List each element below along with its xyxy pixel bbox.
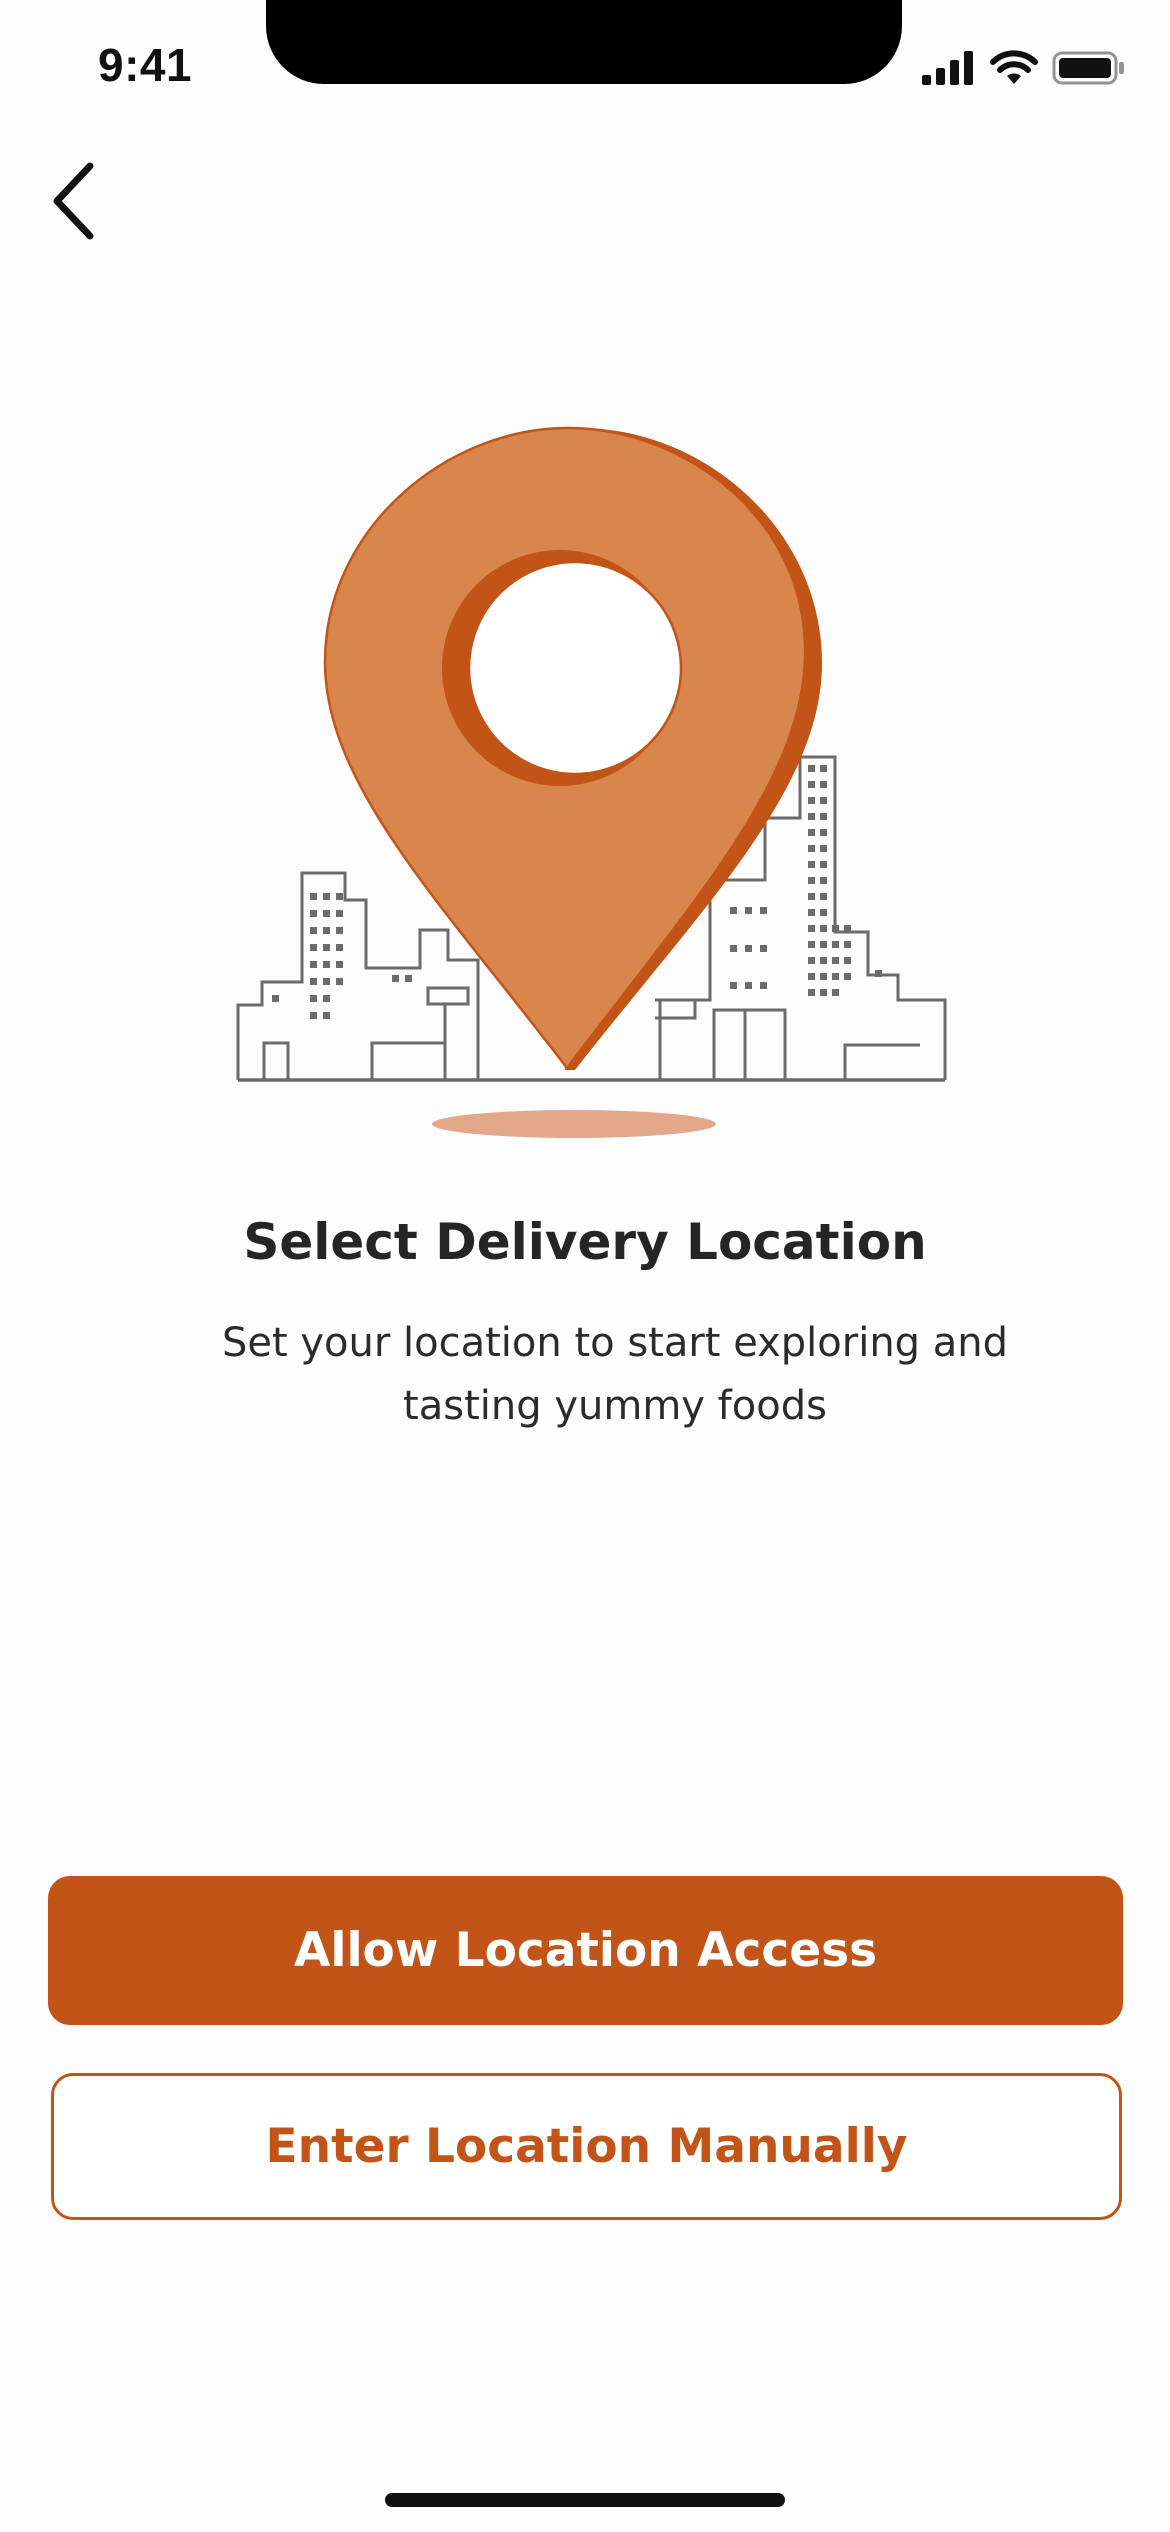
chevron-left-icon [53,162,94,240]
device-notch [266,0,902,84]
status-bar: 9:41 [0,0,1170,140]
page-title: Select Delivery Location [243,1213,927,1271]
wifi-icon [990,50,1038,84]
status-icons [922,48,1126,88]
battery-icon [1052,51,1124,85]
enter-location-manually-button[interactable]: Enter Location Manually [51,2073,1122,2220]
status-time: 9:41 [98,39,193,91]
back-button[interactable] [20,146,130,256]
home-indicator [385,2493,785,2507]
allow-location-access-button[interactable]: Allow Location Access [48,1876,1123,2025]
page-subtitle: Set your location to start exploring and… [221,1320,1009,1429]
location-pin-city-illustration [236,426,947,1138]
cellular-signal-icon [922,51,973,85]
